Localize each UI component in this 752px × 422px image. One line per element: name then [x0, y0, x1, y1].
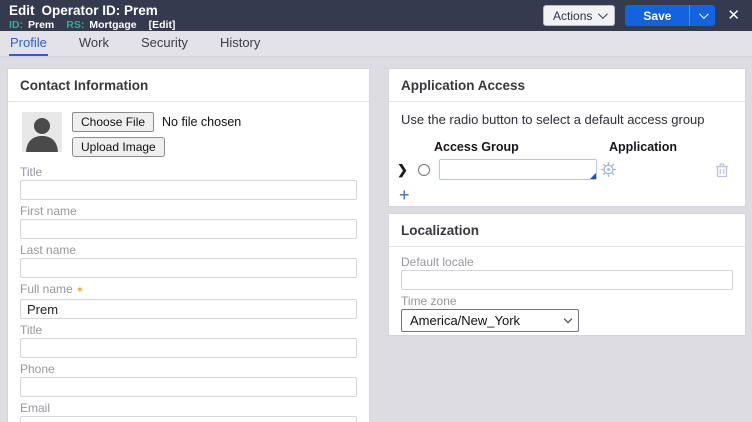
configure-access-group-button[interactable]: [601, 162, 616, 177]
actions-button-label: Actions: [553, 8, 593, 23]
trash-icon: [716, 162, 728, 177]
person-silhouette-icon: [26, 118, 58, 152]
access-group-instruction: Use the radio button to select a default…: [401, 112, 705, 127]
choose-file-button[interactable]: Choose File: [72, 112, 155, 132]
localization-body: Default locale Time zone America/New_Yor…: [389, 247, 745, 344]
id-value: Prem: [28, 19, 55, 31]
field-first-name: First name: [20, 204, 357, 239]
field-title-1: Title: [20, 165, 357, 200]
file-controls: Choose File No file chosen Upload Image: [72, 112, 241, 157]
save-split-button: Save: [625, 5, 716, 26]
save-button[interactable]: Save: [625, 5, 690, 26]
default-access-group-radio[interactable]: [418, 163, 430, 176]
avatar-row: Choose File No file chosen Upload Image: [22, 112, 355, 157]
chevron-down-icon: [699, 9, 710, 20]
contact-panel-title: Contact Information: [8, 69, 369, 102]
email-input[interactable]: [20, 416, 357, 422]
field-time-zone: Time zone America/New_York: [401, 294, 733, 332]
file-input-row: Choose File No file chosen: [72, 112, 241, 132]
tab-history[interactable]: History: [219, 31, 261, 56]
access-group-input-wrap: [439, 159, 597, 180]
chevron-down-icon: [598, 9, 609, 20]
field-label: First name: [20, 204, 77, 218]
column-header-access-group: Access Group: [434, 140, 519, 154]
content-area: Contact Information Choose File No file …: [0, 57, 752, 422]
column-header-application: Application: [609, 140, 678, 154]
grid-header-spacer: [397, 140, 434, 154]
timezone-select-wrap: America/New_York: [401, 309, 579, 332]
required-asterisk: ✶: [75, 285, 85, 296]
title-main: Operator ID: Prem: [41, 3, 158, 18]
delete-row-button[interactable]: [715, 162, 729, 178]
autocomplete-corner-icon: [590, 173, 596, 179]
field-label: Phone: [20, 362, 55, 376]
field-label: Last name: [20, 243, 77, 257]
full-name-input[interactable]: [20, 299, 357, 319]
page-title: Edit Operator ID: Prem: [9, 3, 175, 18]
application-access-panel: Application Access Use the radio button …: [388, 68, 746, 207]
title-block: Edit Operator ID: Prem ID: Prem RS: Mortgage…: [9, 3, 175, 31]
field-phone: Phone: [20, 362, 357, 397]
phone-input[interactable]: [20, 377, 357, 397]
tab-profile[interactable]: Profile: [9, 31, 48, 56]
last-name-input[interactable]: [20, 258, 357, 278]
avatar: [22, 112, 62, 152]
expand-row-icon[interactable]: ❯: [397, 162, 411, 178]
title-edit-word: Edit: [9, 3, 35, 18]
field-label: Default locale: [401, 255, 474, 269]
gear-icon: [601, 162, 616, 177]
id-label: ID:: [9, 19, 23, 31]
no-file-chosen-text: No file chosen: [162, 115, 242, 129]
contact-panel-body: Choose File No file chosen Upload Image …: [8, 102, 369, 422]
window-header: Edit Operator ID: Prem ID: Prem RS: Mortgage…: [0, 0, 752, 31]
field-label: Time zone: [401, 294, 457, 308]
default-locale-input[interactable]: [401, 270, 733, 290]
save-menu-button[interactable]: [689, 5, 716, 26]
contact-information-panel: Contact Information Choose File No file …: [7, 68, 370, 422]
actions-button[interactable]: Actions: [543, 5, 616, 26]
add-access-group-button[interactable]: +: [397, 186, 412, 204]
first-name-input[interactable]: [20, 219, 357, 239]
field-last-name: Last name: [20, 243, 357, 278]
add-row-container: +: [397, 186, 733, 206]
tab-bar: Profile Work Security History: [0, 31, 752, 57]
access-group-row: ❯: [397, 159, 733, 180]
title2-input[interactable]: [20, 338, 357, 358]
header-actions: Actions Save ✕: [543, 3, 742, 26]
application-access-body: Use the radio button to select a default…: [389, 102, 745, 214]
timezone-select[interactable]: America/New_York: [401, 309, 579, 332]
upload-image-button[interactable]: Upload Image: [72, 137, 165, 157]
localization-panel-title: Localization: [389, 214, 745, 247]
tab-security[interactable]: Security: [140, 31, 189, 56]
field-label: Email: [20, 401, 51, 415]
close-button[interactable]: ✕: [725, 8, 742, 23]
tab-work[interactable]: Work: [78, 31, 110, 56]
title-input[interactable]: [20, 180, 357, 200]
record-meta: ID: Prem RS: Mortgage [Edit]: [9, 19, 175, 31]
field-email: Email: [20, 401, 357, 422]
field-label: Full name ✶: [20, 282, 357, 298]
rs-label: RS:: [66, 19, 85, 31]
access-group-input[interactable]: [439, 159, 597, 180]
application-access-panel-title: Application Access: [389, 69, 745, 102]
field-label: Title: [20, 165, 43, 179]
field-full-name: Full name ✶: [20, 282, 357, 319]
field-default-locale: Default locale: [401, 255, 733, 290]
access-grid-header: Access Group Application: [397, 140, 733, 154]
edit-ruleset-link[interactable]: [Edit]: [149, 19, 176, 31]
field-title-2: Title: [20, 323, 357, 358]
full-name-label-text: Full name: [20, 282, 73, 296]
rs-value: Mortgage: [89, 19, 137, 31]
localization-panel: Localization Default locale Time zone Am…: [388, 213, 746, 336]
field-label: Title: [20, 323, 43, 337]
